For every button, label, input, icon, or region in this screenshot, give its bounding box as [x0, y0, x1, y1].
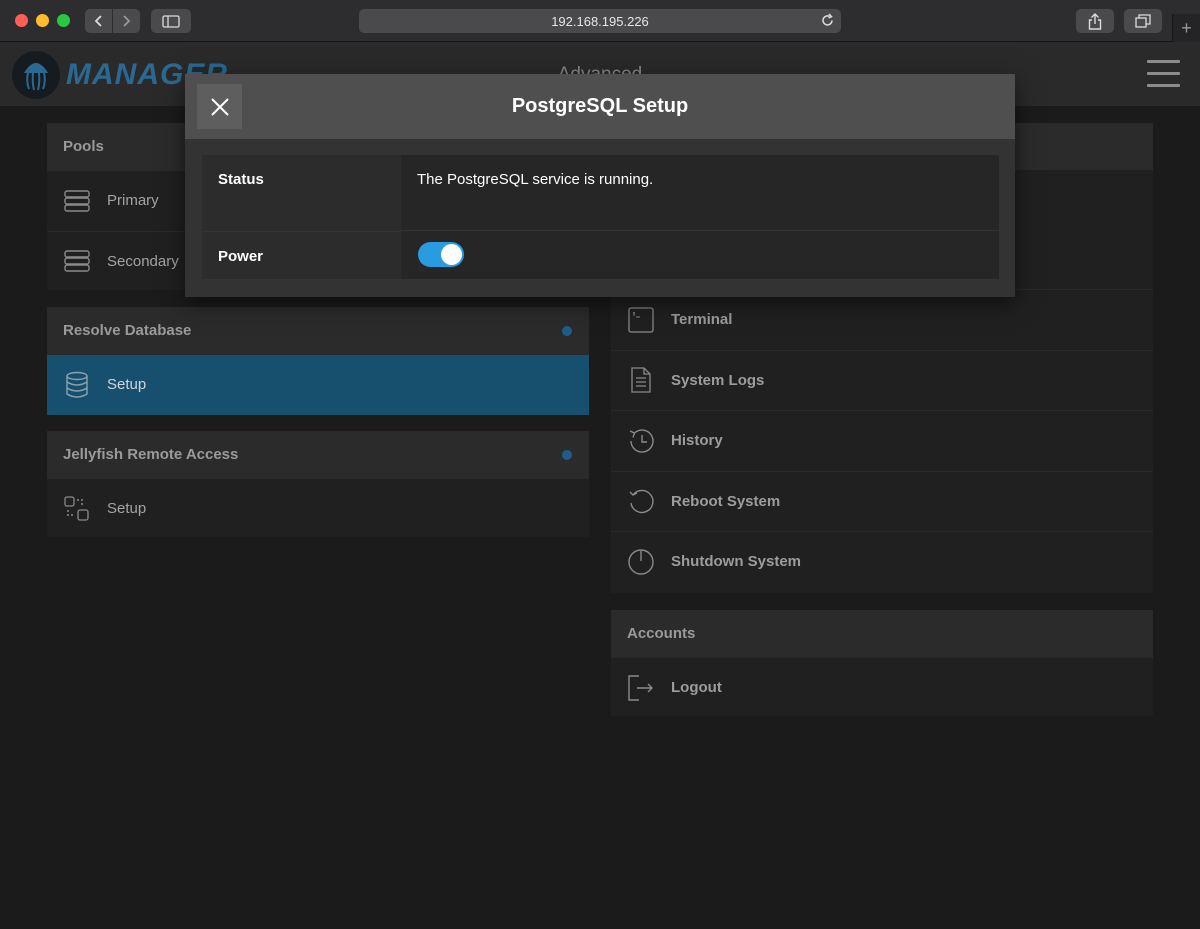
- dialog-title: PostgreSQL Setup: [511, 95, 689, 117]
- list-item-setup[interactable]: Setup: [47, 478, 589, 539]
- document-icon: [627, 366, 655, 394]
- server-stack-icon: [63, 187, 91, 215]
- power-label: Power: [202, 231, 401, 279]
- panel-title: Resolve Database: [63, 322, 192, 339]
- panel-title: Accounts: [627, 625, 696, 642]
- back-button[interactable]: [85, 9, 112, 33]
- list-item-label: Shutdown System: [671, 553, 802, 571]
- panel-title: Pools: [63, 138, 104, 155]
- panel-header: Jellyfish Remote Access: [47, 431, 589, 478]
- network-nodes-icon: [63, 495, 91, 523]
- browser-toolbar: 192.168.195.226 +: [0, 0, 1200, 42]
- chevron-right-icon: [123, 15, 131, 27]
- reload-icon[interactable]: [820, 13, 835, 28]
- toggle-knob: [441, 244, 462, 265]
- postgresql-setup-dialog: PostgreSQL Setup Status The PostgreSQL s…: [185, 74, 1015, 297]
- list-item-logout[interactable]: Logout: [611, 657, 1153, 718]
- minimize-window-button[interactable]: [36, 14, 49, 27]
- list-item-terminal[interactable]: Terminal: [611, 289, 1153, 350]
- new-tab-button[interactable]: +: [1172, 14, 1200, 42]
- settings-table: Status The PostgreSQL service is running…: [202, 155, 999, 279]
- history-nav: [85, 9, 140, 33]
- tab-overview-button[interactable]: [1124, 9, 1162, 33]
- tabs-icon: [1135, 14, 1151, 28]
- close-window-button[interactable]: [15, 14, 28, 27]
- zoom-window-button[interactable]: [57, 14, 70, 27]
- list-item-shutdown-system[interactable]: Shutdown System: [611, 531, 1153, 592]
- dialog-header: PostgreSQL Setup: [185, 74, 1015, 139]
- status-dot: [562, 450, 572, 460]
- share-icon: [1088, 12, 1102, 30]
- plus-icon: +: [1181, 17, 1192, 38]
- forward-button[interactable]: [112, 9, 139, 33]
- chevron-left-icon: [94, 15, 102, 27]
- accounts-panel: Accounts Logout: [611, 610, 1153, 716]
- status-label: Status: [202, 155, 401, 231]
- history-clock-icon: [627, 427, 655, 455]
- terminal-icon: [627, 306, 655, 334]
- power-icon: [627, 548, 655, 576]
- list-item-label: Setup: [107, 376, 147, 394]
- share-button[interactable]: [1076, 9, 1114, 33]
- panel-header: Resolve Database: [47, 307, 589, 354]
- list-item-label: Setup: [107, 500, 147, 518]
- menu-hamburger-icon[interactable]: [1147, 60, 1180, 88]
- server-stack-icon: [63, 247, 91, 275]
- sidebar-icon: [162, 14, 180, 28]
- list-item-system-logs[interactable]: System Logs: [611, 349, 1153, 411]
- list-item-setup[interactable]: Setup: [47, 354, 589, 415]
- list-item-label: Logout: [671, 679, 722, 697]
- list-item-label: Reboot System: [671, 492, 781, 510]
- status-dot: [562, 326, 572, 336]
- list-item-reboot-system[interactable]: Reboot System: [611, 470, 1153, 532]
- list-item-label: Terminal: [671, 311, 733, 329]
- logout-icon: [627, 674, 655, 702]
- sidebar-toggle-button[interactable]: [151, 9, 191, 33]
- list-item-label: Primary: [107, 192, 159, 210]
- panel-header: Accounts: [611, 610, 1153, 657]
- resolve-database-panel: Resolve Database Setup: [47, 307, 589, 415]
- remote-access-panel: Jellyfish Remote Access Setup: [47, 431, 589, 537]
- list-item-history[interactable]: History: [611, 410, 1153, 471]
- list-item-label: History: [671, 432, 723, 450]
- url-text: 192.168.195.226: [551, 13, 649, 29]
- address-bar[interactable]: 192.168.195.226: [359, 9, 841, 33]
- list-item-label: Secondary: [107, 252, 179, 270]
- list-item-label: System Logs: [671, 371, 765, 389]
- reboot-icon: [627, 487, 655, 515]
- panel-title: Jellyfish Remote Access: [63, 446, 239, 463]
- database-icon: [63, 371, 91, 399]
- power-toggle[interactable]: [418, 242, 464, 267]
- status-value: The PostgreSQL service is running.: [401, 155, 999, 231]
